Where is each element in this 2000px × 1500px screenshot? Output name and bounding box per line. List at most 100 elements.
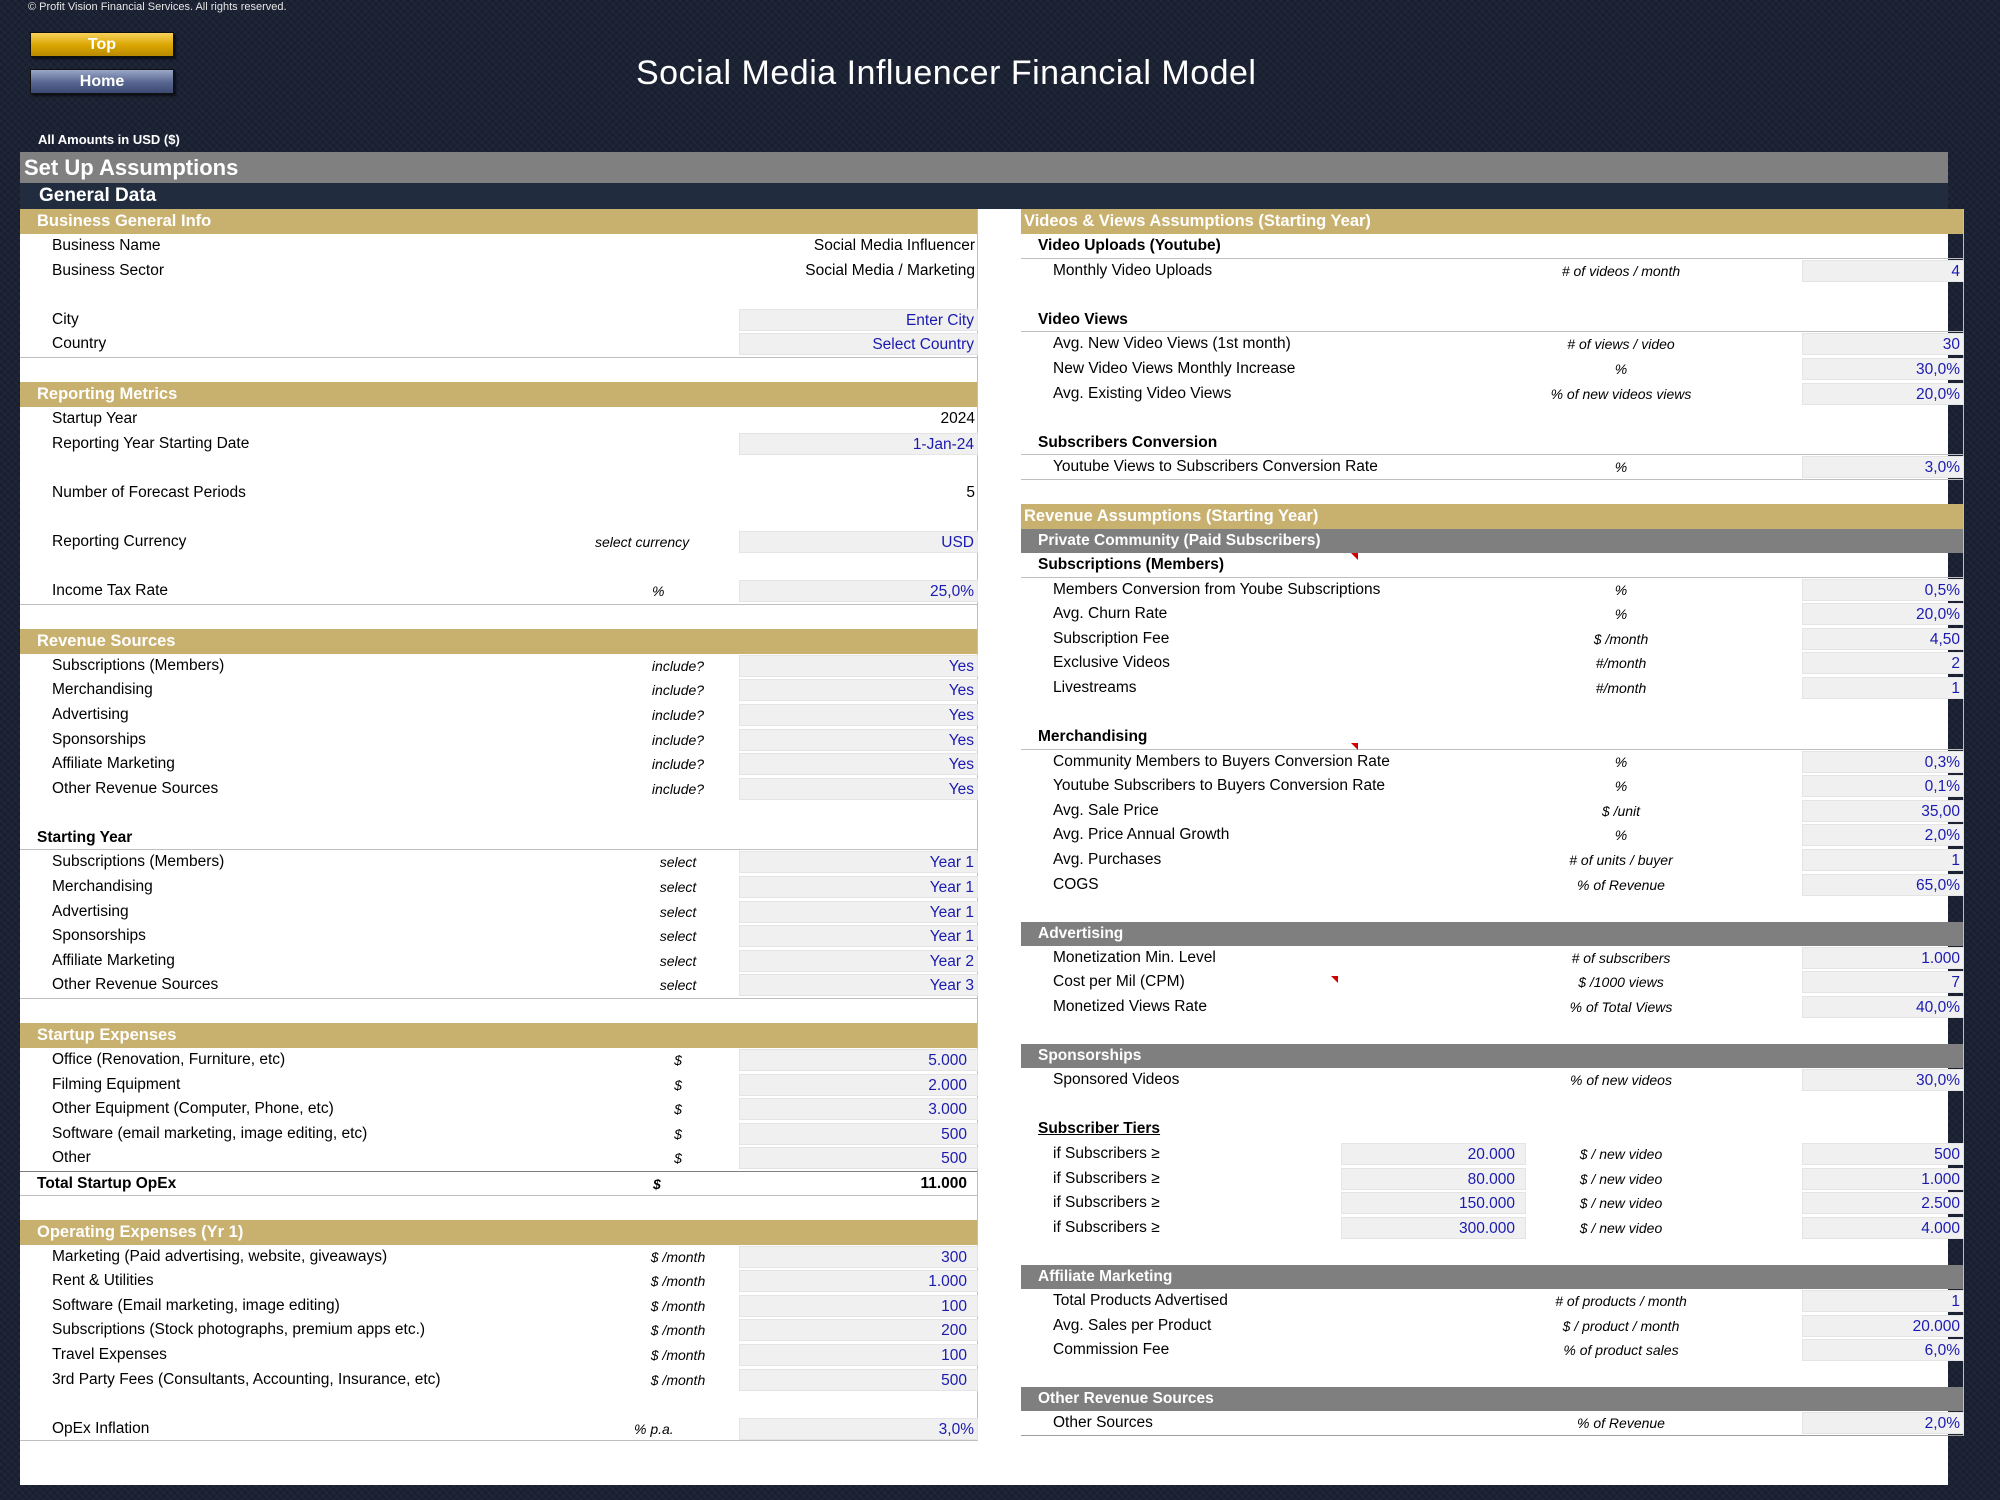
starting-year-select[interactable]: Year 1 <box>739 925 978 948</box>
startup-expense-row: Software (email marketing, image editing… <box>20 1122 978 1147</box>
merch-input[interactable]: 1 <box>1802 849 1964 872</box>
opex-input[interactable]: 500 <box>739 1368 978 1391</box>
merch-input[interactable]: 2,0% <box>1802 824 1964 847</box>
expense-input[interactable]: 3.000 <box>739 1098 978 1121</box>
row-label: if Subscribers ≥ <box>1053 1218 1160 1236</box>
starting-date-input[interactable]: 1-Jan-24 <box>739 432 978 455</box>
merch-row: Youtube Subscribers to Buyers Conversion… <box>1021 774 1964 799</box>
tier-threshold-input[interactable]: 80.000 <box>1341 1167 1526 1190</box>
affiliate-row: Commission Fee % of product sales 6,0% <box>1021 1338 1964 1363</box>
sponsorships-subheader: Sponsorships <box>1021 1044 1963 1069</box>
tier-fee-input[interactable]: 1.000 <box>1802 1167 1964 1190</box>
advertising-row: Monetized Views Rate % of Total Views 40,0… <box>1021 995 1964 1020</box>
row-label: Subscription Fee <box>1053 629 1170 647</box>
include-select[interactable]: Yes <box>739 777 978 800</box>
include-select[interactable]: Yes <box>739 679 978 702</box>
row-label: Affiliate Marketing <box>52 951 175 969</box>
row-label: Office (Renovation, Furniture, etc) <box>52 1051 286 1069</box>
row-unit: % <box>1614 778 1628 795</box>
opex-input[interactable]: 300 <box>739 1245 978 1268</box>
opex-row: Subscriptions (Stock photographs, premiu… <box>20 1318 978 1343</box>
starting-year-select[interactable]: Year 3 <box>739 974 978 997</box>
merch-row: Avg. Sale Price $ /unit 35,00 <box>1021 799 1964 824</box>
opex-input[interactable]: 1.000 <box>739 1270 978 1293</box>
other-sources-input[interactable]: 2,0% <box>1802 1412 1964 1435</box>
views-input[interactable]: 20,0% <box>1802 382 1964 405</box>
subs-conversion-input[interactable]: 3,0% <box>1802 456 1964 479</box>
include-select[interactable]: Yes <box>739 753 978 776</box>
tier-fee-input[interactable]: 500 <box>1802 1143 1964 1165</box>
row-unit: % <box>1614 459 1628 476</box>
business-name-value[interactable]: Social Media Influencer <box>814 237 975 255</box>
opex-input[interactable]: 100 <box>739 1294 978 1317</box>
views-input[interactable]: 30,0% <box>1802 357 1964 380</box>
advertising-input[interactable]: 7 <box>1802 971 1964 994</box>
tax-rate-input[interactable]: 25,0% <box>739 580 978 603</box>
opex-inflation-input[interactable]: 3,0% <box>739 1417 978 1440</box>
row-unit: % of new videos views <box>1550 385 1692 402</box>
startup-year-row: Startup Year 2024 <box>20 407 977 432</box>
sponsored-videos-input[interactable]: 30,0% <box>1802 1069 1964 1092</box>
affiliate-input[interactable]: 6,0% <box>1802 1339 1964 1362</box>
include-select[interactable]: Yes <box>739 703 978 726</box>
advertising-input[interactable]: 1.000 <box>1802 946 1964 969</box>
row-label: Number of Forecast Periods <box>52 483 246 501</box>
top-button[interactable]: Top <box>30 32 174 57</box>
row-label: Members Conversion from Yoube Subscripti… <box>1053 580 1381 598</box>
currency-row: Reporting Currency select currency USD <box>20 530 978 555</box>
row-label: if Subscribers ≥ <box>1053 1194 1160 1212</box>
merch-input[interactable]: 0,1% <box>1802 775 1964 798</box>
other-sources-row: Other Sources % of Revenue 2,0% <box>1021 1411 1964 1436</box>
country-select[interactable]: Select Country <box>739 333 978 356</box>
starting-year-select[interactable]: Year 1 <box>739 900 978 923</box>
row-unit: % <box>1614 753 1628 770</box>
expense-input[interactable]: 500 <box>739 1122 978 1145</box>
starting-year-row: Sponsorships select Year 1 <box>20 924 978 949</box>
subscription-input[interactable]: 0,5% <box>1802 578 1964 601</box>
row-unit: # of products / month <box>1555 1292 1687 1309</box>
expense-input[interactable]: 2.000 <box>739 1073 978 1096</box>
affiliate-input[interactable]: 1 <box>1802 1289 1964 1312</box>
subscription-input[interactable]: 1 <box>1802 676 1964 699</box>
views-input[interactable]: 30 <box>1802 333 1964 356</box>
tier-fee-input[interactable]: 4.000 <box>1802 1216 1964 1239</box>
row-label: Advertising <box>52 705 129 723</box>
currency-select[interactable]: USD <box>739 530 978 553</box>
include-select[interactable]: Yes <box>739 654 978 677</box>
business-sector-value[interactable]: Social Media / Marketing <box>805 262 975 280</box>
row-unit: #/month <box>1595 655 1647 672</box>
subscription-input[interactable]: 20,0% <box>1802 603 1964 626</box>
include-select[interactable]: Yes <box>739 728 978 751</box>
merch-input[interactable]: 0,3% <box>1802 750 1964 773</box>
advertising-input[interactable]: 40,0% <box>1802 996 1964 1019</box>
revenue-source-row: Sponsorships include? Yes <box>20 728 978 753</box>
home-button[interactable]: Home <box>30 69 174 94</box>
row-label: 3rd Party Fees (Consultants, Accounting,… <box>52 1370 441 1388</box>
starting-year-select[interactable]: Year 2 <box>739 949 978 972</box>
tier-threshold-input[interactable]: 150.000 <box>1341 1192 1526 1215</box>
expense-input[interactable]: 5.000 <box>739 1049 978 1072</box>
monthly-uploads-input[interactable]: 4 <box>1802 259 1964 282</box>
subscription-input[interactable]: 2 <box>1802 652 1964 675</box>
opex-row: Software (Email marketing, image editing… <box>20 1294 978 1319</box>
tier-threshold-input[interactable]: 300.000 <box>1341 1216 1526 1239</box>
expense-input[interactable]: 500 <box>739 1147 978 1170</box>
city-input[interactable]: Enter City <box>739 308 978 331</box>
merch-input[interactable]: 65,0% <box>1802 873 1964 896</box>
starting-year-select[interactable]: Year 1 <box>739 876 978 899</box>
row-unit: # of videos / month <box>1561 262 1681 279</box>
comment-marker-icon[interactable] <box>1331 975 1338 983</box>
tier-fee-input[interactable]: 2.500 <box>1802 1192 1964 1215</box>
row-label: Reporting Year Starting Date <box>52 434 250 452</box>
tier-threshold-input[interactable]: 20.000 <box>1341 1143 1526 1165</box>
monthly-uploads-row: Monthly Video Uploads # of videos / mont… <box>1021 259 1964 284</box>
comment-marker-icon[interactable] <box>1351 552 1358 560</box>
opex-input[interactable]: 100 <box>739 1343 978 1366</box>
merch-input[interactable]: 35,00 <box>1802 799 1964 822</box>
starting-year-select[interactable]: Year 1 <box>739 851 978 874</box>
affiliate-input[interactable]: 20.000 <box>1802 1314 1964 1337</box>
row-label: Avg. Existing Video Views <box>1053 384 1232 402</box>
opex-input[interactable]: 200 <box>739 1319 978 1342</box>
row-label: Youtube Views to Subscribers Conversion … <box>1053 458 1378 476</box>
subscription-input[interactable]: 4,50 <box>1802 627 1964 650</box>
